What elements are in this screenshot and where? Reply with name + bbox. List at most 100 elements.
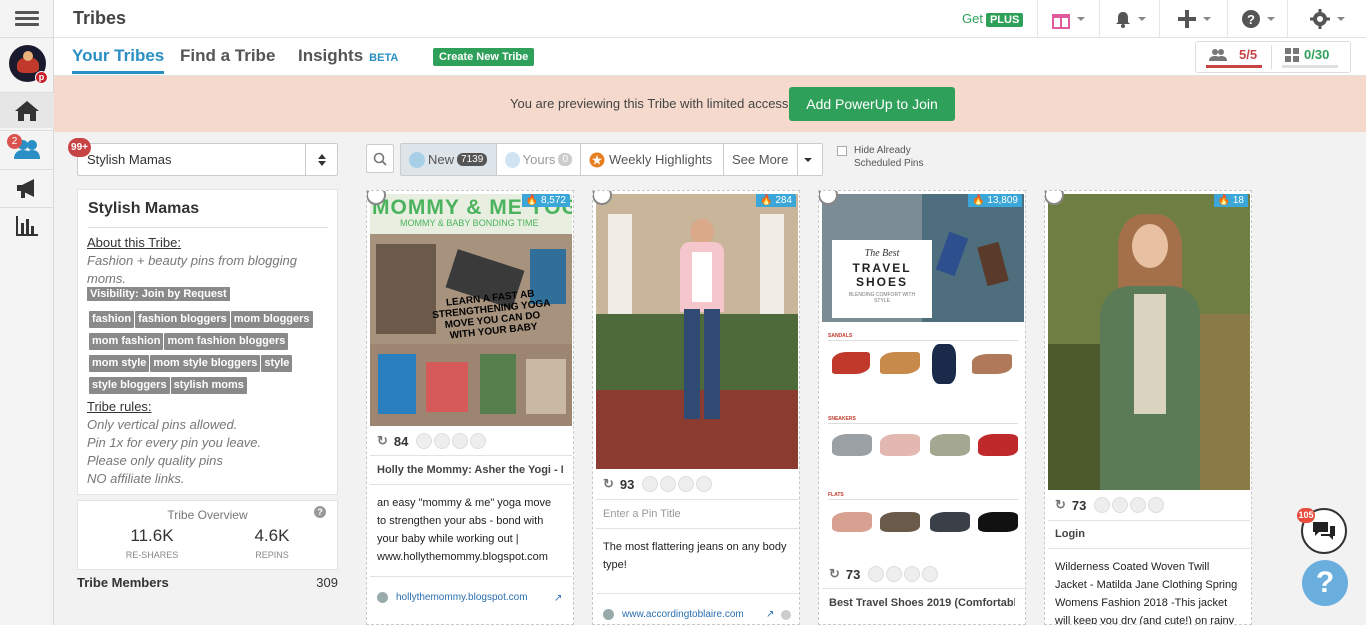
tribe-members-row[interactable]: Tribe Members 309 — [77, 575, 338, 590]
repin-count: 84 — [393, 433, 409, 449]
question-circle-icon: ? — [1241, 10, 1260, 28]
repin-icon: ↻ — [377, 433, 388, 448]
hide-scheduled-checkbox[interactable] — [837, 146, 847, 156]
pin-description: The most flattering jeans on any body ty… — [603, 541, 787, 571]
svg-text:?: ? — [1247, 12, 1255, 27]
notifications-button[interactable] — [1099, 0, 1159, 38]
pin-title: Holly the Mommy: Asher the Yogi - M — [377, 464, 563, 476]
get-label: Get — [962, 11, 983, 26]
settings-button[interactable] — [1287, 0, 1366, 38]
pin-domain: www.accordingtoblaire.com — [622, 609, 744, 620]
about-text: Fashion + beauty pins from blogging moms… — [87, 253, 297, 286]
beta-badge: BETA — [369, 52, 399, 64]
filter-new[interactable]: New 7139 — [401, 144, 497, 175]
weekly-highlights-label: Weekly Highlights — [609, 152, 713, 167]
create-tribe-button[interactable]: Create New Tribe — [433, 48, 535, 66]
pin-card[interactable]: MOMMY & ME YOGA MOMMY & BABY BONDING TIM… — [366, 190, 574, 625]
pin-card[interactable]: 🔥 284 ↻ 93 Enter a Pin Title The most fla… — [592, 190, 800, 625]
tribe-select[interactable]: Stylish Mamas — [77, 143, 338, 176]
pin-image[interactable]: The Best TRAVEL SHOES BLENDING COMFORT W… — [822, 194, 1024, 559]
repin-icon: ↻ — [829, 566, 840, 581]
repin-icon: ↻ — [603, 476, 614, 491]
pin-flame-badge: 🔥 8,572 — [521, 194, 570, 207]
get-plus-link[interactable]: Get PLUS — [962, 11, 1024, 27]
filter-new-label: New — [428, 152, 455, 167]
reshares-label: RE-SHARES — [125, 550, 179, 560]
gift-button[interactable] — [1037, 0, 1097, 38]
search-button[interactable] — [366, 144, 394, 173]
pin-title[interactable]: Enter a Pin Title — [603, 508, 789, 520]
pin-flame-badge: 🔥 13,809 — [968, 194, 1022, 207]
pin-image[interactable]: MOMMY & ME YOGA MOMMY & BABY BONDING TIM… — [370, 194, 572, 426]
pin-card[interactable]: 🔥 18 ↻ 73 Login Wilderness Coated Woven T… — [1044, 190, 1252, 625]
settings-dot-icon[interactable] — [781, 610, 791, 620]
filter-yours[interactable]: Yours 0 — [497, 144, 581, 175]
pin-card[interactable]: The Best TRAVEL SHOES BLENDING COMFORT W… — [818, 190, 1026, 625]
chat-bubbles-icon — [1313, 522, 1335, 540]
filter-weekly-highlights[interactable]: Weekly Highlights — [581, 144, 724, 175]
menu-button[interactable] — [0, 0, 54, 38]
repins-label: REPINS — [255, 550, 289, 560]
tribe-info-card: Stylish Mamas About this Tribe: Fashion … — [77, 189, 338, 495]
analytics-button[interactable] — [0, 207, 54, 243]
pin-image[interactable] — [1048, 194, 1250, 490]
tag-chip[interactable]: mom fashion — [89, 333, 164, 350]
tribe-count-badge: 99+ — [68, 138, 91, 157]
repin-icon: ↻ — [1055, 497, 1066, 512]
add-button[interactable] — [1159, 0, 1227, 38]
tab-your-tribes[interactable]: Your Tribes — [72, 46, 165, 74]
rules-heading: Tribe rules: — [87, 399, 152, 414]
tag-chip[interactable]: style bloggers — [89, 377, 170, 394]
promote-button[interactable] — [0, 169, 54, 205]
preview-banner: You are previewing this Tribe with limit… — [54, 76, 1366, 132]
rule-item: Only vertical pins allowed. — [87, 417, 238, 432]
info-icon[interactable]: ? — [314, 506, 326, 518]
tag-chip[interactable]: mom style bloggers — [150, 355, 261, 372]
pin-source-link[interactable]: www.accordingtoblaire.com — [603, 609, 744, 620]
gift-icon — [1051, 14, 1070, 29]
members-icon — [1209, 49, 1227, 61]
external-link-icon[interactable]: ↗ — [554, 593, 562, 604]
tag-chip[interactable]: stylish moms — [170, 377, 247, 394]
rule-item: Pin 1x for every pin you leave. — [87, 435, 262, 450]
tag-chip[interactable]: mom bloggers — [230, 311, 313, 328]
pinterest-icon: p — [35, 71, 48, 84]
see-more-dropdown[interactable]: See More — [724, 144, 822, 175]
tag-chip[interactable]: fashion bloggers — [135, 311, 230, 328]
home-button[interactable] — [0, 92, 54, 128]
members-limit: 5/5 — [1239, 47, 1258, 62]
tab-insights[interactable]: Insights BETA — [298, 46, 398, 66]
visibility-badge: Visibility: Join by Request — [87, 287, 230, 301]
chat-badge: 105 — [1297, 508, 1315, 523]
repin-count: 73 — [845, 566, 861, 582]
repin-count: 73 — [1071, 497, 1087, 513]
pin-image[interactable] — [596, 194, 798, 469]
help-menu-button[interactable]: ? — [1227, 0, 1287, 38]
tag-chip[interactable]: style — [261, 355, 293, 372]
gear-icon — [1310, 9, 1330, 29]
reshares-value: 11.6K — [130, 526, 174, 545]
filter-yours-count: 0 — [558, 153, 572, 166]
plus-badge: PLUS — [985, 13, 1024, 27]
rule-item: NO affiliate links. — [87, 471, 185, 486]
join-button[interactable]: Add PowerUp to Join — [789, 87, 955, 121]
tag-chip[interactable]: mom style — [89, 355, 150, 372]
flame-count: 284 — [775, 195, 792, 206]
pin-description: Wilderness Coated Woven Twill Jacket - M… — [1055, 561, 1238, 625]
tribe-name: Stylish Mamas — [88, 200, 200, 217]
tag-chip[interactable]: mom fashion bloggers — [164, 333, 289, 350]
pin-stats: ↻ 73 — [829, 566, 939, 582]
repins-value: 4.6K — [254, 526, 290, 545]
repin-count: 93 — [619, 476, 635, 492]
filter-yours-label: Yours — [522, 152, 556, 167]
pin-image-text: SANDALS — [828, 333, 853, 339]
tab-find-a-tribe[interactable]: Find a Tribe — [180, 46, 275, 66]
tribe-overview: Tribe Overview ? 11.6K RE-SHARES 4.6K RE… — [77, 500, 338, 570]
external-link-icon[interactable]: ↗ — [766, 609, 774, 620]
help-button[interactable]: ? — [1302, 560, 1348, 606]
pins-limit: 0/30 — [1304, 47, 1330, 62]
pins-icon — [1285, 48, 1299, 62]
members-count: 309 — [316, 575, 338, 590]
pin-source-link[interactable]: hollythemommy.blogspot.com — [377, 592, 528, 603]
tag-chip[interactable]: fashion — [89, 311, 135, 328]
